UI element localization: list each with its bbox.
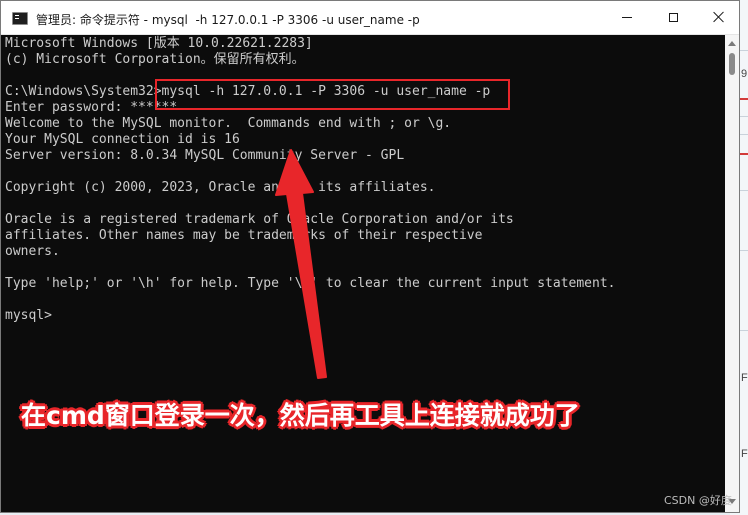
csdn-watermark: CSDN @好度 xyxy=(664,494,732,507)
annotation-arrow xyxy=(275,149,327,379)
annotation-caption: 在cmd窗口登录一次，然后再工具上连接就成功了 xyxy=(21,401,580,430)
annotation-arrow-shape xyxy=(275,149,327,379)
screenshot-stage: 9 F F 管理员: 命令提示符 - mysql -h 127.0.0.1 -P… xyxy=(0,0,748,515)
